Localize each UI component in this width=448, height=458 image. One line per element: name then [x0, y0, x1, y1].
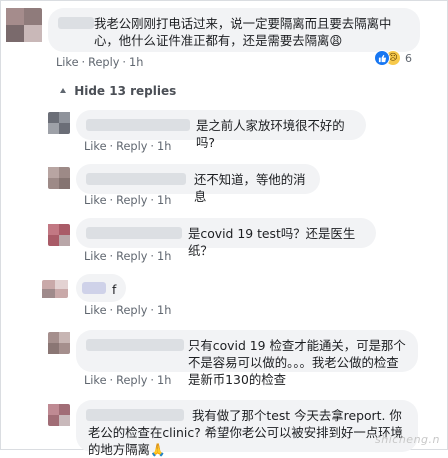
avatar[interactable]: [48, 167, 70, 189]
author-name-blurred[interactable]: [86, 339, 184, 351]
reaction-count: 6: [405, 51, 412, 65]
timestamp: 1h: [157, 140, 172, 153]
main-comment-bubble: 我老公刚刚打电话过来，说一定要隔离而且要去隔离中心，他什么证件准正都有，还是需要…: [48, 8, 420, 52]
watermark: shicheng.n: [375, 433, 440, 446]
comment-actions: Like · Reply · 1h: [56, 56, 144, 69]
author-name-blurred[interactable]: [58, 17, 94, 29]
author-name-blurred[interactable]: [86, 173, 186, 185]
like-button[interactable]: Like: [84, 140, 107, 153]
reply-actions: Like · Reply · 1h: [84, 250, 172, 263]
like-button[interactable]: Like: [84, 374, 107, 387]
reply-bubble: 是covid 19 test吗？还是医生纸？: [76, 218, 376, 258]
author-name-blurred[interactable]: [86, 409, 184, 421]
comment-text: 我老公刚刚打电话过来，说一定要隔离而且要去隔离中心，他什么证件准正都有，还是需要…: [94, 16, 392, 48]
reactions-summary[interactable]: ☹ 6: [374, 50, 412, 66]
timestamp: 1h: [129, 56, 144, 69]
reply-bubble: f: [76, 274, 126, 302]
timestamp: 1h: [157, 304, 172, 317]
reply-button[interactable]: Reply: [116, 304, 147, 317]
reply-actions: Like · Reply · 1h: [84, 194, 172, 207]
reply-button[interactable]: Reply: [116, 250, 147, 263]
reply-button[interactable]: Reply: [116, 374, 147, 387]
like-button[interactable]: Like: [56, 56, 79, 69]
avatar[interactable]: [48, 332, 70, 354]
reply-bubble: 只有covid 19 检查才能通关，可是那个不是容易可以做的。。。我老公做的检查…: [76, 330, 418, 387]
timestamp: 1h: [157, 250, 172, 263]
timestamp: 1h: [157, 194, 172, 207]
like-reaction-icon: [374, 50, 390, 66]
hide-replies-label: Hide 13 replies: [74, 84, 177, 98]
reply-bubble: 是之前人家放环境很不好的吗?: [76, 110, 366, 150]
author-name-blurred[interactable]: [86, 227, 182, 239]
reply-button[interactable]: Reply: [116, 194, 147, 207]
reply-bubble: 还不知道，等他的消息: [76, 164, 320, 204]
like-button[interactable]: Like: [84, 194, 107, 207]
avatar[interactable]: [48, 224, 70, 246]
reply-button[interactable]: Reply: [116, 140, 147, 153]
reply-actions: Like · Reply · 1h: [84, 304, 172, 317]
avatar[interactable]: [6, 8, 42, 42]
avatar[interactable]: [48, 404, 70, 426]
like-button[interactable]: Like: [84, 250, 107, 263]
author-name-blurred[interactable]: [86, 119, 190, 131]
reply-actions: Like · Reply · 1h: [84, 140, 172, 153]
reply-text: f: [112, 282, 117, 297]
reply-button[interactable]: Reply: [88, 56, 119, 69]
author-name-blurred[interactable]: [82, 282, 106, 294]
reply-actions: Like · Reply · 1h: [84, 374, 172, 387]
timestamp: 1h: [157, 374, 172, 387]
hide-replies-toggle[interactable]: Hide 13 replies: [58, 84, 176, 98]
like-button[interactable]: Like: [84, 304, 107, 317]
reply-bubble: 我有做了那个test 今天去拿report. 你老公的检查在clinic? 希望…: [76, 400, 418, 457]
avatar[interactable]: [48, 112, 70, 134]
collapse-arrow-icon: [58, 84, 70, 98]
avatar[interactable]: [42, 280, 68, 298]
